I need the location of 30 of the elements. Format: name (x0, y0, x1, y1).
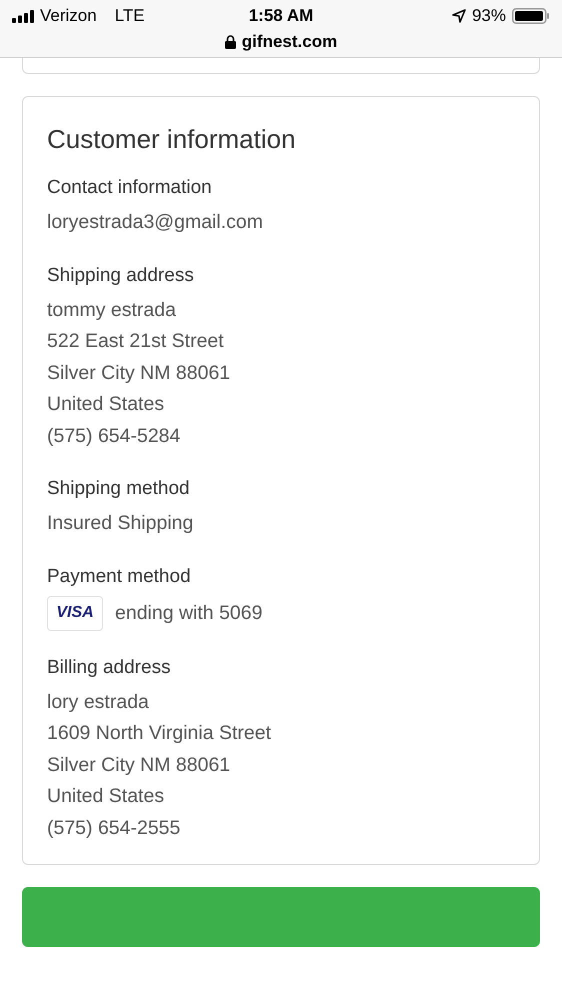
info-line: United States (47, 392, 166, 417)
card-ending-text: ending with 5069 (115, 600, 262, 626)
info-line: (575) 654-5284 (47, 424, 182, 448)
network-type: LTE (114, 5, 145, 28)
section-heading: Payment method (47, 564, 192, 588)
section-heading: Contact information (47, 176, 213, 200)
continue-button[interactable] (22, 887, 540, 947)
battery-percent: 93% (472, 5, 506, 28)
clock-time: 1:58 AM (248, 5, 314, 28)
info-line: tommy estrada (47, 298, 177, 322)
carrier-name: Verizon (40, 5, 97, 28)
info-line: Insured Shipping (47, 511, 194, 536)
info-line: Silver City NM 88061 (47, 360, 232, 386)
info-line: loryestrada3@gmail.com (47, 210, 264, 235)
info-line: Silver City NM 88061 (47, 752, 232, 778)
info-line: (575) 654-2555 (47, 816, 182, 840)
info-line: lory estrada (47, 690, 150, 714)
battery-icon (512, 8, 550, 24)
info-line: United States (47, 784, 166, 809)
section-heading: Shipping method (47, 477, 191, 501)
location-arrow-icon (452, 9, 466, 23)
info-line: 522 East 21st Street (47, 329, 225, 354)
info-line: 1609 North Virginia Street (47, 721, 272, 746)
page-url[interactable]: gifnest.com (242, 29, 338, 54)
signal-icon (12, 10, 34, 22)
card-title: Customer information (47, 123, 297, 155)
visa-card-icon: VISA (47, 596, 103, 630)
lock-icon (224, 34, 236, 49)
section-heading: Billing address (47, 656, 172, 680)
section-heading: Shipping address (47, 264, 195, 288)
